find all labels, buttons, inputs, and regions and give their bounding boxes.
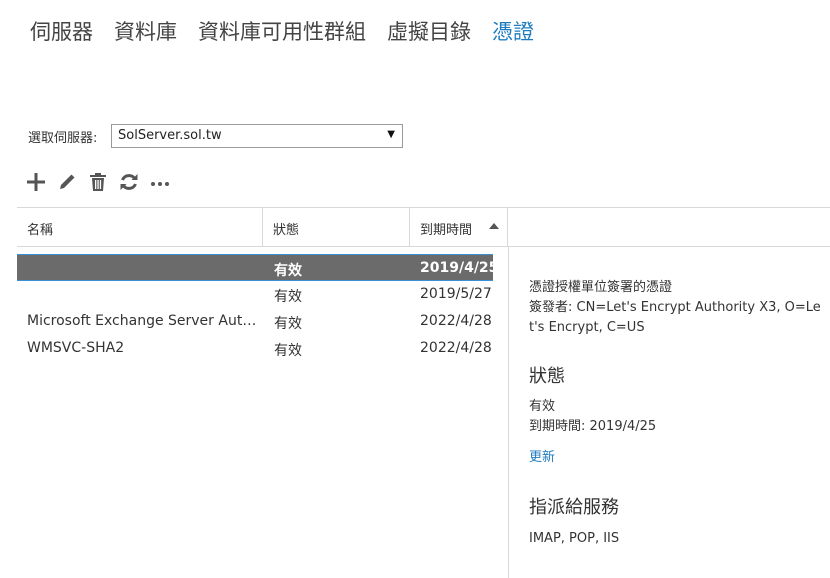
- cell-status: 有效: [274, 289, 302, 305]
- delete-button[interactable]: [87, 170, 109, 194]
- column-header-status-label: 狀態: [273, 223, 300, 238]
- services-value: IMAP, POP, IIS: [529, 531, 620, 546]
- edit-button[interactable]: [56, 170, 78, 194]
- dropdown-arrow-icon: ▼: [387, 129, 395, 140]
- status-value: 有效: [529, 399, 556, 414]
- details-divider: [508, 247, 509, 578]
- server-select-value: SolServer.sol.tw: [118, 128, 222, 143]
- refresh-icon: [120, 174, 138, 190]
- grid-header: 名稱 狀態 到期時間: [17, 207, 830, 247]
- plus-icon: [27, 173, 45, 191]
- nav-virtual-directories[interactable]: 虛擬目錄: [387, 16, 471, 46]
- top-nav: 伺服器 資料庫 資料庫可用性群組 虛擬目錄 憑證: [30, 16, 555, 46]
- table-row[interactable]: 有效 2019/5/27: [17, 281, 493, 308]
- cell-status: 有效: [274, 316, 302, 332]
- nav-databases[interactable]: 資料庫: [114, 16, 177, 46]
- certificate-list: 有效 2019/4/25 有效 2019/5/27 Microsoft Exch…: [17, 254, 498, 362]
- cell-expiry: 2022/4/28: [420, 340, 492, 356]
- add-button[interactable]: [25, 170, 47, 194]
- server-select-label: 選取伺服器:: [28, 131, 98, 146]
- certificate-type: 憑證授權單位簽署的憑證: [529, 280, 673, 295]
- more-icon: [151, 182, 169, 186]
- cell-expiry: 2019/4/25: [420, 260, 499, 276]
- sort-ascending-icon: [489, 223, 499, 229]
- pencil-icon: [60, 174, 75, 189]
- services-heading: 指派給服務: [529, 497, 619, 518]
- column-header-status[interactable]: 狀態: [263, 208, 410, 246]
- expiry-value: 到期時間: 2019/4/25: [529, 419, 657, 434]
- server-select[interactable]: SolServer.sol.tw ▼: [111, 124, 403, 148]
- status-heading: 狀態: [529, 366, 565, 387]
- renew-link[interactable]: 更新: [529, 446, 829, 465]
- nav-dags[interactable]: 資料庫可用性群組: [198, 16, 366, 46]
- cell-name: WMSVC-SHA2: [27, 340, 125, 356]
- more-button[interactable]: [149, 170, 171, 194]
- column-header-expiry-label: 到期時間: [420, 223, 473, 238]
- refresh-button[interactable]: [118, 170, 140, 194]
- details-pane: 憑證授權單位簽署的憑證 簽發者: CN=Let's Encrypt Author…: [529, 278, 829, 549]
- cell-status: 有效: [274, 343, 302, 359]
- table-row[interactable]: Microsoft Exchange Server Auth ... 有效 20…: [17, 308, 493, 335]
- table-row[interactable]: WMSVC-SHA2 有效 2022/4/28: [17, 335, 493, 362]
- cell-expiry: 2019/5/27: [420, 286, 492, 302]
- table-row[interactable]: 有效 2019/4/25: [17, 254, 498, 281]
- column-header-expiry[interactable]: 到期時間: [410, 208, 508, 246]
- cell-expiry: 2022/4/28: [420, 313, 492, 329]
- certificate-issuer: 簽發者: CN=Let's Encrypt Authority X3, O=Le…: [529, 300, 821, 335]
- nav-servers[interactable]: 伺服器: [30, 16, 93, 46]
- toolbar: [25, 170, 180, 194]
- cell-name: Microsoft Exchange Server Auth ...: [27, 313, 259, 329]
- nav-certificates[interactable]: 憑證: [492, 16, 534, 46]
- column-header-name-label: 名稱: [27, 223, 54, 238]
- cell-status: 有效: [274, 263, 302, 279]
- column-header-name[interactable]: 名稱: [17, 208, 263, 246]
- trash-icon: [90, 173, 106, 191]
